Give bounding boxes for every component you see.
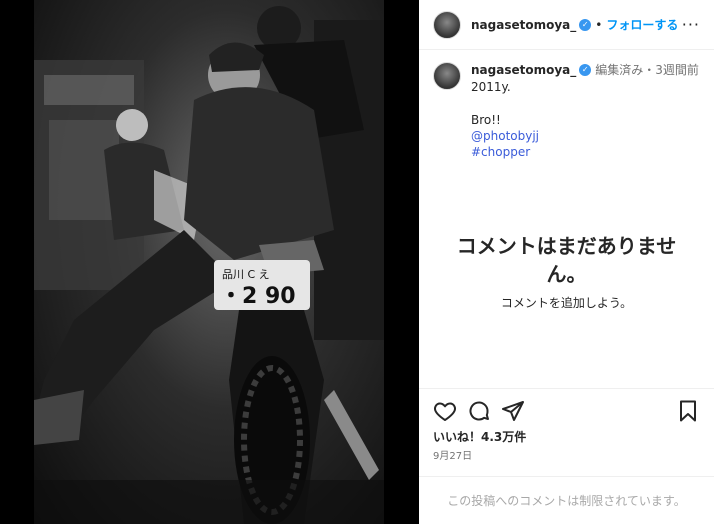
verified-icon: ✓	[579, 18, 592, 31]
empty-comments: コメントはまだありません。 コメントを追加しよう。	[419, 232, 714, 311]
caption: nagasetomoya_ ✓ 編集済み ・ 3週間前 2011y. Bro!!…	[419, 50, 714, 160]
post-media: 品川 C え ・2 90	[0, 0, 419, 524]
caption-line2: Bro!!	[471, 113, 501, 127]
empty-comments-subtitle: コメントを追加しよう。	[500, 296, 633, 310]
post-date[interactable]: 9月27日	[433, 447, 472, 462]
tag-user-link[interactable]: @photobyjj	[471, 128, 699, 144]
post-photo[interactable]: 品川 C え ・2 90	[34, 0, 384, 524]
edited-label: 編集済み	[595, 63, 644, 77]
bookmark-icon[interactable]	[676, 399, 700, 423]
caption-time[interactable]: 3週間前	[655, 62, 699, 78]
plate-line2: ・2 90	[220, 284, 296, 309]
share-icon[interactable]	[501, 399, 525, 423]
post-header: nagasetomoya_ ✓ • フォローする ···	[419, 0, 714, 50]
plate-line1: 品川 C え	[222, 268, 270, 281]
action-bar	[419, 388, 714, 432]
caption-header: nagasetomoya_ ✓ 編集済み ・ 3週間前	[471, 62, 699, 78]
post-username[interactable]: nagasetomoya_	[471, 18, 576, 32]
caption-avatar[interactable]	[433, 62, 461, 90]
caption-username[interactable]: nagasetomoya_	[471, 62, 576, 78]
separator-dot: ・	[643, 63, 656, 77]
avatar[interactable]	[433, 10, 461, 39]
comments-restricted-notice: この投稿へのコメントは制限されています。	[419, 476, 714, 524]
heart-icon[interactable]	[433, 399, 457, 423]
more-options-icon[interactable]: ···	[682, 15, 700, 34]
follow-button[interactable]: フォローする	[606, 16, 678, 33]
photo-illustration: 品川 C え ・2 90	[34, 6, 384, 524]
separator-dot: •	[595, 17, 603, 32]
likes-count[interactable]: いいね！4.3万件	[433, 428, 526, 445]
empty-comments-title: コメントはまだありません。	[456, 234, 677, 286]
caption-line1: 2011y.	[471, 80, 511, 94]
comment-icon[interactable]	[467, 399, 491, 423]
caption-body: nagasetomoya_ ✓ 編集済み ・ 3週間前 2011y. Bro!!…	[471, 62, 699, 160]
hashtag-link[interactable]: #chopper	[471, 144, 699, 160]
verified-icon: ✓	[579, 64, 592, 76]
post-side-panel: nagasetomoya_ ✓ • フォローする ··· nagasetomoy…	[419, 0, 714, 524]
